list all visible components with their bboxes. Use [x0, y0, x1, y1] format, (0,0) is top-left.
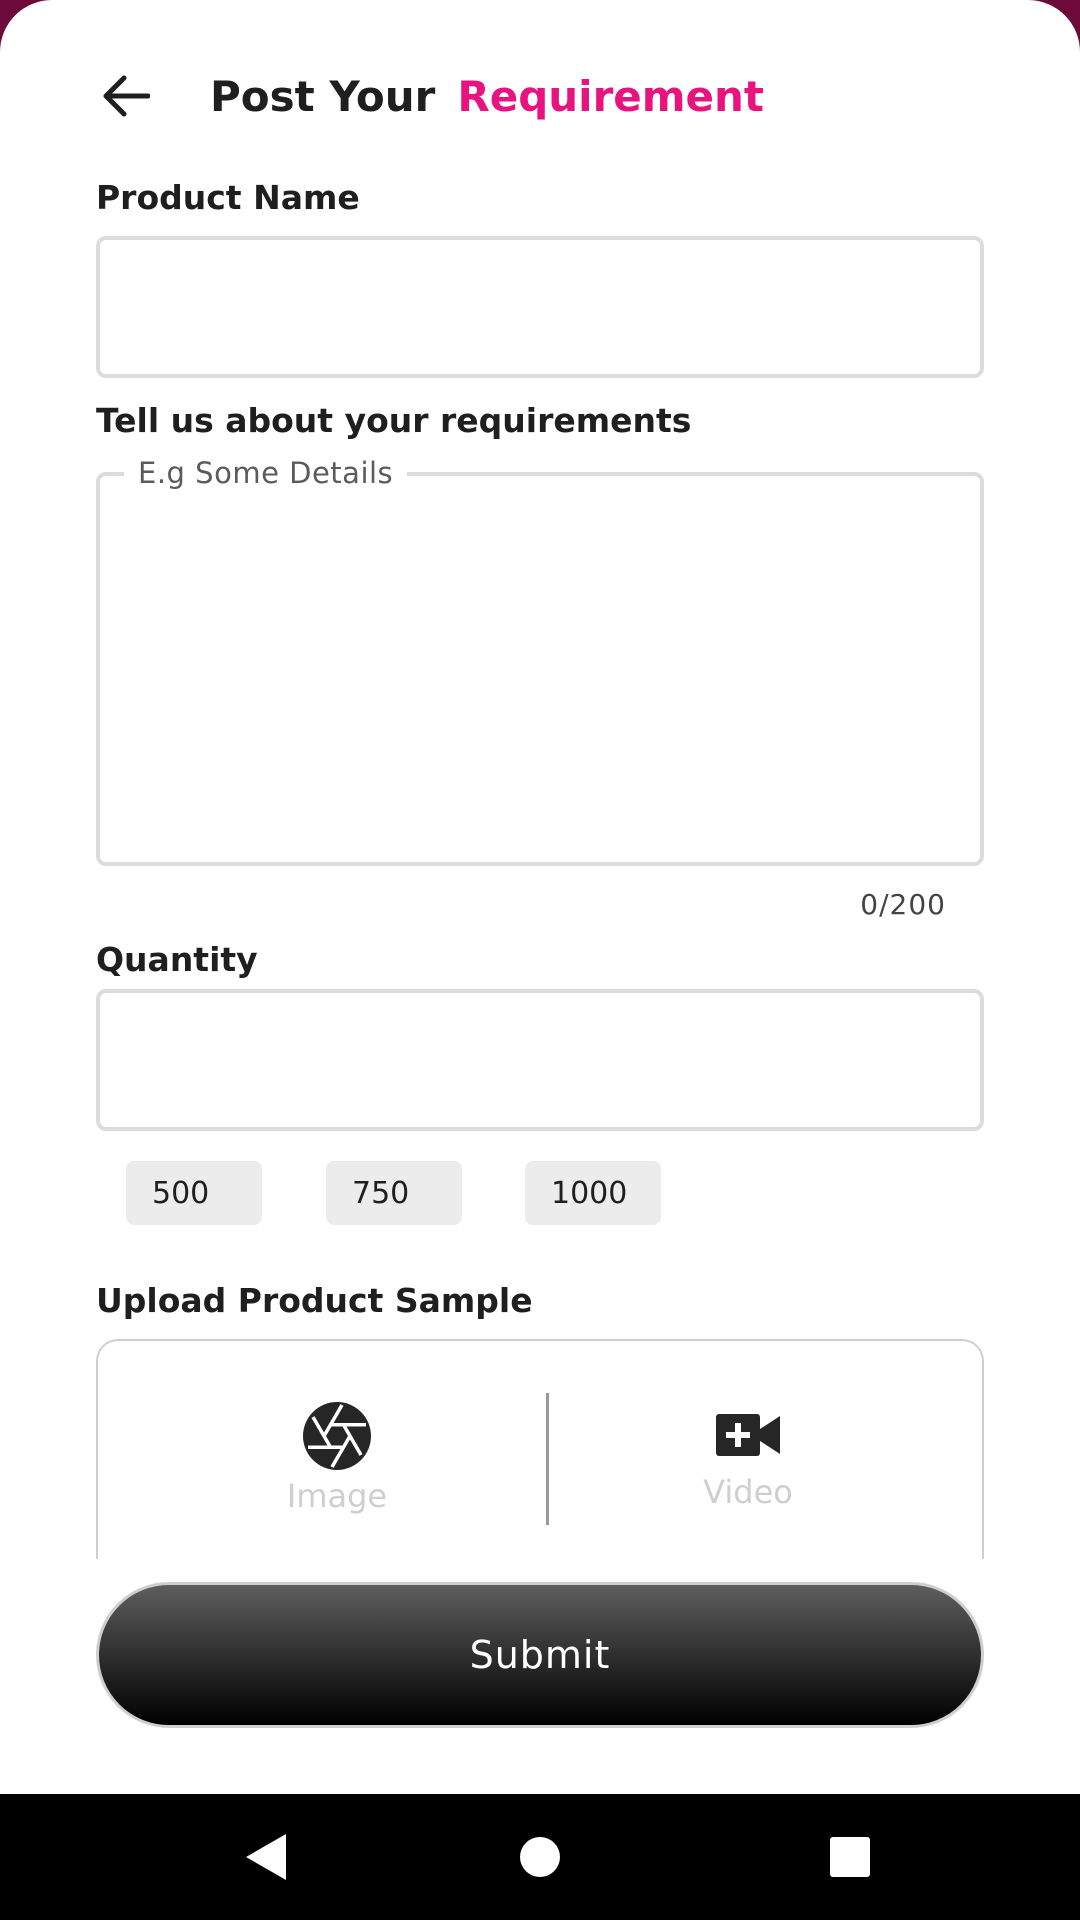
upload-video-button[interactable]: Video — [598, 1401, 898, 1521]
upload-sample-panel: Image Video — [96, 1339, 984, 1559]
arrow-left-icon — [103, 75, 150, 117]
requirements-textarea[interactable] — [96, 472, 984, 866]
title-accent: Requirement — [457, 71, 764, 121]
system-navigation-bar — [0, 1794, 1080, 1920]
post-requirement-screen: Post Your Requirement Product Name Tell … — [0, 0, 1080, 1920]
quantity-chip-750[interactable]: 750 — [326, 1161, 462, 1225]
requirements-placeholder: E.g Some Details — [124, 456, 408, 490]
product-name-field-box — [96, 236, 984, 378]
upload-image-label: Image — [286, 1477, 388, 1515]
camera-aperture-icon — [303, 1402, 371, 1470]
product-name-input[interactable] — [100, 240, 980, 374]
submit-button[interactable]: Submit — [96, 1582, 984, 1728]
upload-sample-label: Upload Product Sample — [96, 1281, 533, 1320]
product-name-label: Product Name — [96, 178, 360, 217]
triangle-back-icon[interactable] — [234, 1822, 304, 1892]
title-main: Post Your — [210, 71, 436, 121]
character-counter: 0/200 — [860, 888, 946, 921]
upload-video-label: Video — [703, 1473, 793, 1511]
circle-home-icon[interactable] — [505, 1822, 575, 1892]
page-title: Post Your Requirement — [210, 66, 764, 126]
back-button[interactable] — [96, 66, 156, 126]
quantity-label: Quantity — [96, 940, 258, 979]
quantity-chip-1000[interactable]: 1000 — [525, 1161, 661, 1225]
upload-image-button[interactable]: Image — [187, 1401, 487, 1521]
upload-divider — [546, 1393, 549, 1525]
quantity-field-box — [96, 989, 984, 1131]
video-add-icon — [716, 1414, 780, 1456]
requirements-label: Tell us about your requirements — [96, 401, 692, 440]
square-recents-icon[interactable] — [815, 1822, 885, 1892]
quantity-input[interactable] — [100, 993, 980, 1127]
quantity-chip-500[interactable]: 500 — [126, 1161, 262, 1225]
